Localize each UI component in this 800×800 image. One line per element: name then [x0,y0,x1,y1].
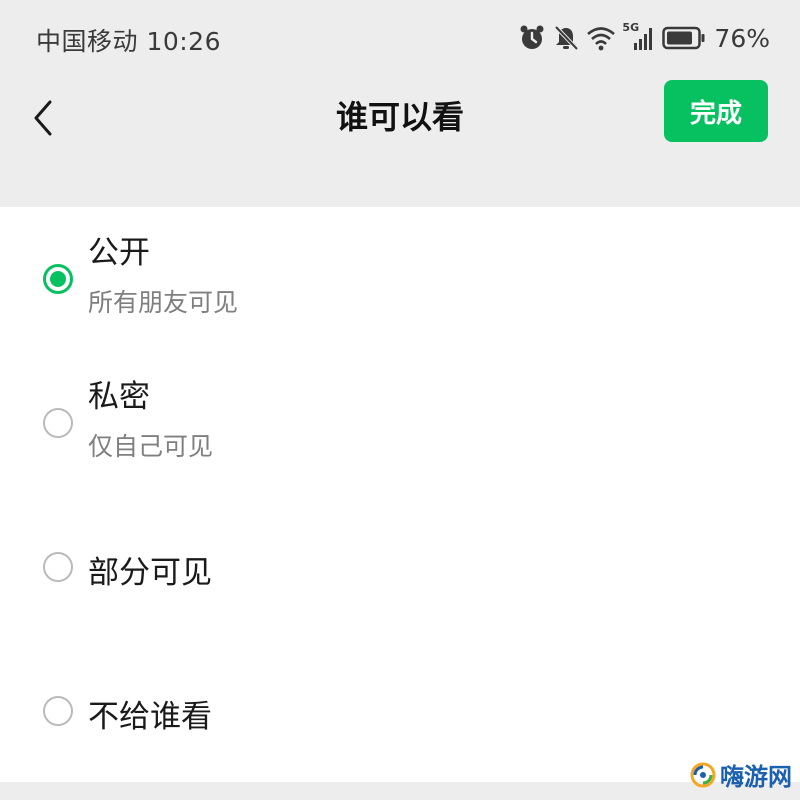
option-hide-from[interactable]: 不给谁看 [0,639,800,782]
screen: 中国移动 10:26 5G 76% 谁可以看 完成 公开 所有朋友可见 私密 仅… [0,0,800,800]
option-subtitle: 所有朋友可见 [88,288,239,317]
mute-icon [554,25,579,51]
battery-percent: 76% [714,23,770,53]
option-subtitle: 仅自己可见 [88,432,214,461]
option-private[interactable]: 私密 仅自己可见 [0,347,800,497]
network-signal: 5G [622,21,656,53]
option-public[interactable]: 公开 所有朋友可见 [0,207,800,347]
carrier-time: 中国移动 10:26 [36,27,221,56]
option-title: 公开 [88,235,150,271]
alarm-icon [520,25,544,49]
radio-button-checked[interactable] [43,264,73,294]
option-title: 部分可见 [88,555,212,591]
battery-icon [662,26,705,50]
option-title: 不给谁看 [88,699,212,735]
radio-button[interactable] [43,552,73,582]
nav-bar: 谁可以看 完成 [0,78,800,158]
wifi-icon [587,27,616,51]
done-button[interactable]: 完成 [664,80,768,142]
option-partially-visible[interactable]: 部分可见 [0,497,800,639]
radio-button[interactable] [43,696,73,726]
watermark-text: 嗨游网 [720,763,792,791]
option-title: 私密 [88,379,150,415]
visibility-options: 公开 所有朋友可见 私密 仅自己可见 部分可见 不给谁看 [0,207,800,782]
watermark: 嗨游网 [690,757,792,792]
watermark-logo-icon [690,762,716,787]
status-bar: 中国移动 10:26 5G 76% [0,0,800,78]
radio-button[interactable] [43,408,73,438]
signal-icon [634,28,653,50]
status-icons: 5G 76% [518,20,770,56]
